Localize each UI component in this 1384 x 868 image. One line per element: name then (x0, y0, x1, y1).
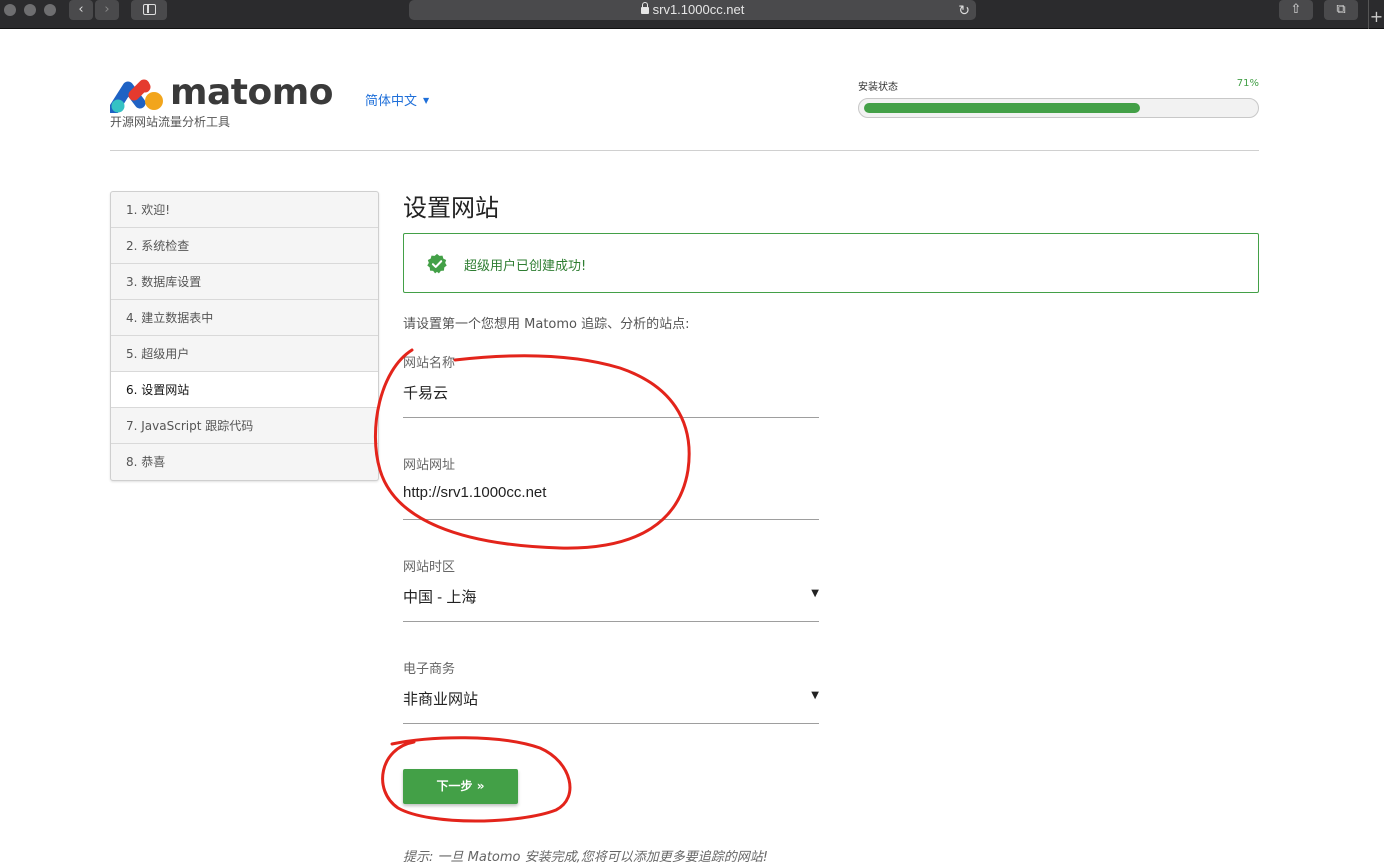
ecommerce-select[interactable]: 非商业网站 (403, 688, 478, 709)
new-tab-button[interactable]: + (1368, 0, 1384, 29)
close-window-icon[interactable] (4, 4, 16, 16)
install-step-item: 8. 恭喜 (126, 455, 166, 469)
site-name-label: 网站名称 (403, 356, 456, 371)
check-badge-icon (427, 253, 447, 274)
page-title: 设置网站 (403, 194, 499, 222)
install-step-item: 4. 建立数据表中 (111, 300, 378, 336)
site-name-field[interactable]: 网站名称 千易云 (403, 352, 819, 418)
timezone-field[interactable]: 网站时区 中国 - 上海 ▼ (403, 556, 819, 622)
install-progress-fill (864, 103, 1140, 113)
dropdown-arrow-icon[interactable]: ▼ (811, 690, 819, 701)
show-tabs-button[interactable]: ⧉ (1324, 0, 1358, 20)
next-step-button[interactable]: 下一步 » (403, 769, 518, 804)
site-url-input[interactable]: http://srv1.1000cc.net (403, 484, 546, 501)
language-label: 简体中文 (365, 94, 418, 109)
forward-button[interactable]: › (95, 0, 119, 20)
tagline: 开源网站流量分析工具 (110, 115, 231, 129)
install-step-item: 7. JavaScript 跟踪代码 (111, 408, 378, 444)
header-divider (110, 150, 1259, 151)
hint-text: 提示: 一旦 Matomo 安装完成,您将可以添加更多要追踪的网站! (403, 850, 768, 865)
site-url-field[interactable]: 网站网址 http://srv1.1000cc.net (403, 454, 819, 520)
address-bar[interactable]: srv1.1000cc.net ↻ (409, 0, 976, 20)
caret-down-icon: ▼ (423, 96, 430, 105)
install-step-item: 2. 系统检查 (111, 228, 378, 264)
browser-toolbar: ‹ › srv1.1000cc.net ↻ ⇧ ⧉ + (0, 0, 1384, 29)
timezone-label: 网站时区 (403, 560, 456, 575)
zoom-window-icon[interactable] (44, 4, 56, 16)
reload-icon[interactable]: ↻ (958, 0, 970, 20)
site-name-input[interactable]: 千易云 (403, 382, 448, 403)
share-button[interactable]: ⇧ (1279, 0, 1313, 20)
install-status-label: 安装状态 (858, 82, 898, 93)
timezone-select[interactable]: 中国 - 上海 (403, 586, 476, 607)
install-step-item: 1. 欢迎! (111, 192, 378, 228)
back-button[interactable]: ‹ (69, 0, 93, 20)
success-message: 超级用户已创建成功! (464, 259, 587, 274)
install-progress-bar (858, 98, 1259, 118)
sidebar-toggle-button[interactable] (131, 0, 167, 20)
site-url-label: 网站网址 (403, 458, 456, 473)
logo-wordmark: matomo (170, 72, 334, 113)
language-selector[interactable]: 简体中文 ▼ (365, 90, 429, 109)
matomo-logo[interactable]: matomo (110, 73, 334, 113)
url-text: srv1.1000cc.net (652, 2, 745, 17)
install-step-item: 3. 数据库设置 (111, 264, 378, 300)
install-progress-percent: 71% (1236, 78, 1259, 89)
ecommerce-label: 电子商务 (403, 662, 456, 677)
ecommerce-field[interactable]: 电子商务 非商业网站 ▼ (403, 658, 819, 724)
success-notification: 超级用户已创建成功! (403, 233, 1259, 293)
intro-text: 请设置第一个您想用 Matomo 追踪、分析的站点: (403, 317, 690, 332)
matomo-logo-icon (110, 79, 163, 113)
lock-icon (640, 2, 649, 14)
install-step-item: 5. 超级用户 (111, 336, 378, 372)
sidebar-icon (143, 4, 156, 15)
install-steps-list: 1. 欢迎! 2. 系统检查 3. 数据库设置 4. 建立数据表中 5. 超级用户 6. … (110, 191, 379, 481)
minimize-window-icon[interactable] (24, 4, 36, 16)
dropdown-arrow-icon[interactable]: ▼ (811, 588, 819, 599)
install-step-item: 6. 设置网站 (111, 372, 378, 408)
